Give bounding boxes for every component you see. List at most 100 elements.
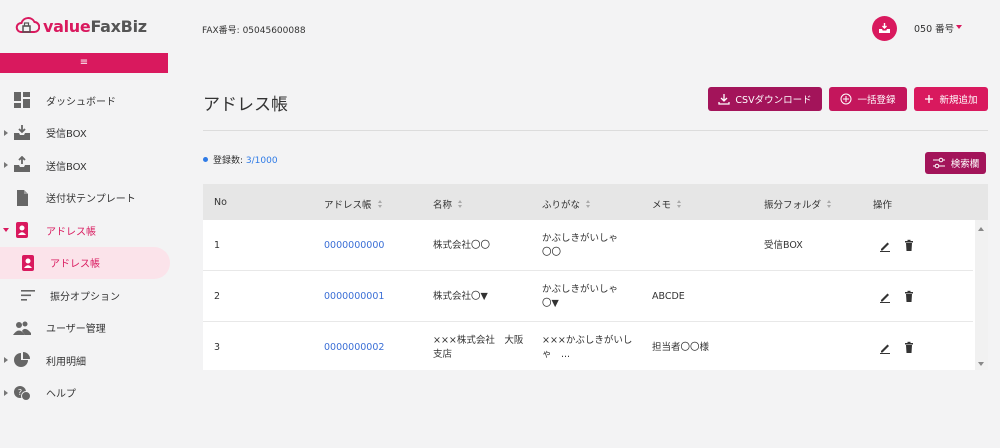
sort-icon[interactable] — [377, 200, 383, 208]
outbox-icon — [14, 156, 30, 173]
column-header-name[interactable]: 名称 — [433, 197, 463, 211]
dashboard-icon — [14, 92, 30, 109]
sort-icon[interactable] — [827, 200, 832, 208]
sidebar-item-inbox[interactable]: 受信BOX — [0, 117, 176, 150]
sidebar-item-help[interactable]: ? ヘルプ — [0, 377, 176, 410]
sidebar-item-label: 受信BOX — [46, 129, 87, 141]
sidebar-item-usage-details[interactable]: 利用明細 — [0, 344, 176, 377]
chevron-down-icon[interactable] — [956, 25, 962, 29]
sidebar-item-address-book[interactable]: アドレス帳 — [0, 214, 176, 247]
column-header-no: No — [214, 197, 227, 208]
page-title: アドレス帳 — [203, 95, 288, 115]
table-row: 1 0000000000 株式会社〇〇 かぶしきがいしゃ 〇〇 受信BOX — [203, 220, 973, 271]
inbox-icon — [14, 124, 30, 140]
trash-icon[interactable] — [903, 341, 915, 353]
sort-icon[interactable] — [677, 200, 682, 208]
download-icon — [718, 94, 731, 105]
sidebar-item-label: ヘルプ — [46, 389, 76, 401]
csv-download-button[interactable]: CSVダウンロード — [708, 87, 822, 111]
sidebar-item-label: アドレス帳 — [46, 226, 96, 238]
menu-icon: ≡ — [79, 57, 89, 68]
sidebar-item-label: ダッシュボード — [46, 96, 116, 108]
sidebar-collapse-button[interactable]: ≡ — [0, 53, 168, 73]
users-icon — [13, 321, 31, 335]
plus-circle-icon — [840, 93, 852, 105]
edit-icon[interactable] — [879, 342, 891, 354]
sidebar-item-dashboard[interactable]: ダッシュボード — [0, 84, 176, 117]
edit-icon[interactable] — [879, 240, 891, 252]
search-panel-button[interactable]: 検索欄 — [925, 152, 986, 174]
contact-icon — [22, 254, 34, 271]
sidebar-item-outbox[interactable]: 送信BOX — [0, 149, 176, 182]
registration-count: 登録数: 3/1000 — [213, 156, 278, 166]
cell-name: 株式会社〇〇 — [433, 240, 491, 251]
cell-address-link[interactable]: 0000000001 — [324, 290, 384, 304]
scroll-up-icon[interactable] — [978, 227, 984, 231]
fax-inbox-icon — [879, 23, 890, 33]
bulk-register-button[interactable]: 一括登録 — [829, 87, 907, 111]
sidebar-subitem-sort-options[interactable]: 振分オプション — [0, 279, 176, 312]
divider — [203, 130, 988, 131]
sidebar-item-label: ユーザー管理 — [46, 324, 106, 336]
cell-furigana: かぶしきがいしゃ 〇〇 — [542, 233, 619, 258]
user-menu-label[interactable]: 050 番号 — [914, 21, 954, 35]
address-book-table: No アドレス帳 名称 ふりがな メモ 振分フォルダ 操作 1 00000000… — [203, 184, 988, 370]
column-header-folder[interactable]: 振分フォルダ — [764, 197, 832, 211]
cell-name: ×××株式会社 大阪 支店 — [433, 335, 524, 360]
sort-icon[interactable] — [586, 200, 591, 208]
sort-icon — [21, 290, 35, 301]
cell-furigana: かぶしきがいしゃ 〇▼ — [542, 284, 619, 309]
cell-address-link[interactable]: 0000000000 — [324, 239, 384, 253]
filter-sliders-icon — [932, 157, 945, 169]
add-new-label: 新規追加 — [939, 95, 978, 106]
column-header-actions: 操作 — [873, 200, 893, 211]
sidebar-item-label: 振分オプション — [50, 291, 120, 303]
caret-right-icon — [4, 129, 8, 136]
table-row: 2 0000000001 株式会社〇▼ かぶしきがいしゃ 〇▼ ABCDE — [203, 271, 973, 322]
top-header: FAX番号: 05045600088 050 番号 — [176, 0, 1000, 56]
table-header: No アドレス帳 名称 ふりがな メモ 振分フォルダ 操作 — [203, 184, 988, 220]
csv-download-label: CSVダウンロード — [735, 95, 812, 106]
table-row: 3 0000000002 ×××株式会社 大阪 支店 ×××かぶしきがいしゃ ..… — [203, 322, 973, 370]
registration-count-value: 3/1000 — [245, 156, 278, 166]
column-header-furigana[interactable]: ふりがな — [542, 197, 591, 211]
sidebar-nav: ダッシュボード 受信BOX 送信BOX 送付状テンプレート アドレス帳 アドレス… — [0, 84, 176, 409]
add-new-button[interactable]: 新規追加 — [914, 87, 988, 111]
contact-icon — [16, 222, 28, 239]
trash-icon[interactable] — [903, 239, 915, 251]
caret-right-icon — [4, 162, 8, 169]
logo-text: valueFaxBiz — [43, 16, 147, 36]
fax-number: FAX番号: 05045600088 — [202, 26, 306, 36]
edit-icon[interactable] — [879, 291, 891, 303]
scroll-down-icon[interactable] — [978, 362, 984, 366]
sidebar-item-label: アドレス帳 — [50, 259, 100, 271]
cell-memo: 担当者〇〇様 — [652, 342, 710, 353]
sidebar-item-label: 利用明細 — [46, 356, 86, 368]
bulk-register-label: 一括登録 — [857, 95, 896, 106]
column-header-memo[interactable]: メモ — [652, 197, 682, 211]
cloud-icon — [15, 17, 40, 33]
sort-icon[interactable] — [458, 200, 463, 208]
app-logo[interactable]: valueFaxBiz — [14, 14, 147, 38]
cell-address-link[interactable]: 0000000002 — [324, 341, 384, 355]
sidebar-item-user-management[interactable]: ユーザー管理 — [0, 312, 176, 345]
trash-icon[interactable] — [903, 290, 915, 302]
caret-right-icon — [4, 357, 8, 364]
help-icon: ? — [14, 385, 31, 401]
user-avatar[interactable] — [872, 16, 897, 41]
cell-no: 2 — [214, 291, 221, 302]
search-panel-label: 検索欄 — [950, 159, 980, 170]
table-scrollbar[interactable] — [975, 220, 988, 370]
pie-chart-icon — [14, 352, 30, 368]
count-bullet — [203, 157, 208, 162]
cell-no: 3 — [214, 342, 221, 353]
sidebar-subitem-address-book[interactable]: アドレス帳 — [0, 246, 170, 279]
cell-name: 株式会社〇▼ — [433, 291, 488, 302]
cell-folder: 受信BOX — [764, 240, 803, 251]
sidebar-item-label: 送付状テンプレート — [46, 194, 136, 206]
sidebar-item-cover-template[interactable]: 送付状テンプレート — [0, 182, 176, 215]
cell-no: 1 — [214, 240, 221, 251]
caret-right-icon — [4, 389, 8, 396]
sidebar-item-label: 送信BOX — [46, 161, 87, 173]
column-header-address[interactable]: アドレス帳 — [324, 197, 383, 211]
